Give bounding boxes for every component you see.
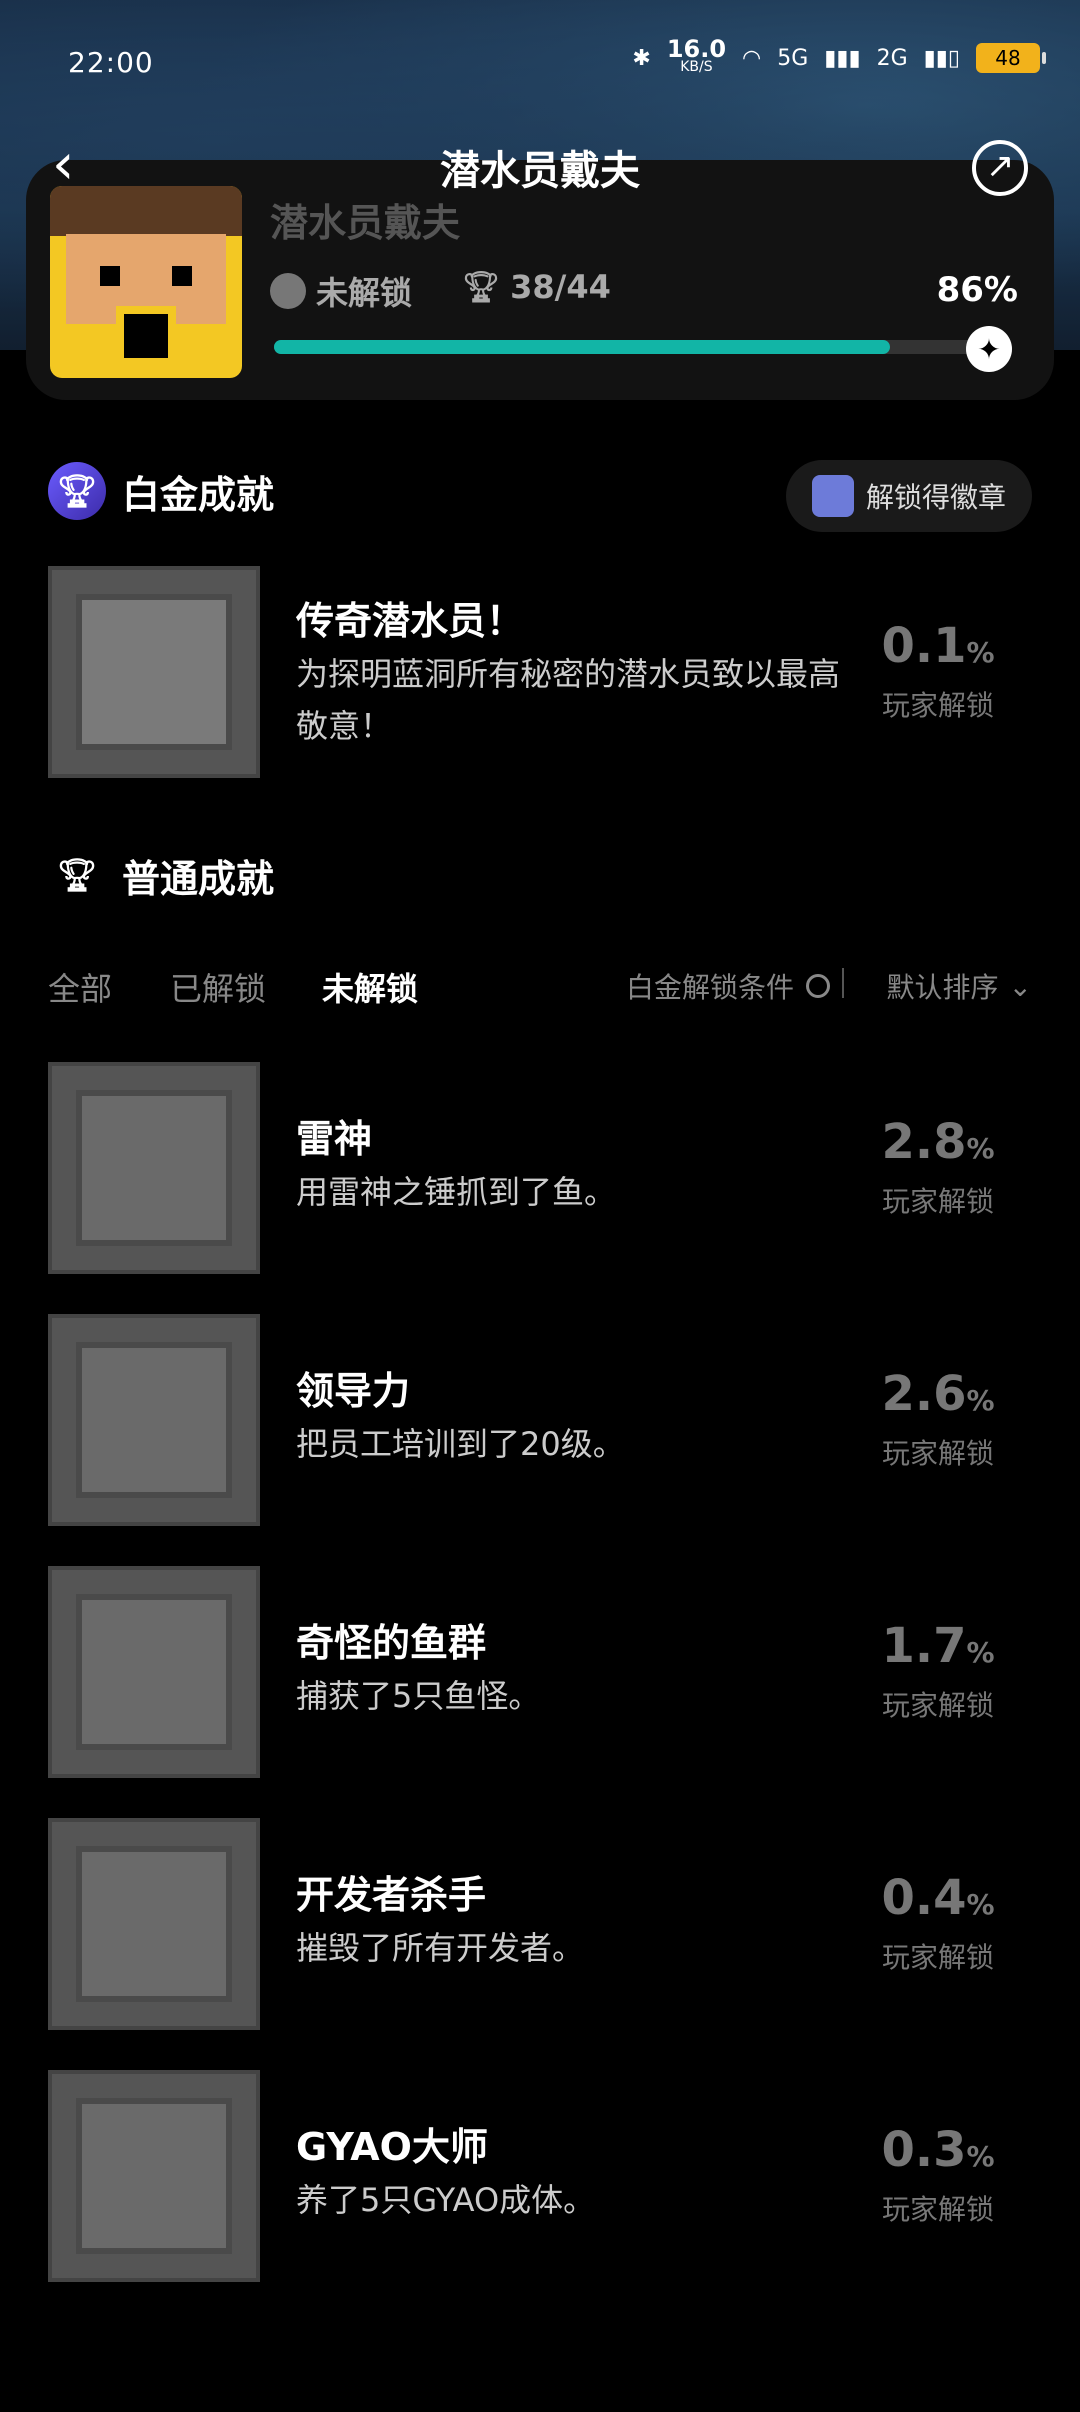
filter-locked[interactable]: 未解锁 [322,964,418,1010]
achievement-art [76,2098,232,2254]
unlock-badge-label: 解锁得徽章 [865,481,1006,514]
platinum-condition-toggle[interactable]: 白金解锁条件 [626,966,830,1006]
wifi-icon: ◠ [742,45,762,71]
signal-bars-icon-2: ▮▮▯ [923,45,960,71]
platinum-achievement-desc: 为探明蓝洞所有秘密的潜水员致以最高敬意！ [296,655,841,745]
achievement-sub: 玩家解锁 [881,1689,994,1722]
achievement-sub: 玩家解锁 [881,1185,994,1218]
achievement-name: 开发者杀手 [296,1873,487,1917]
signal-2g: 2G [876,45,908,71]
platinum-achievement-image [48,566,260,778]
platinum-section-title: 🏆︎ 白金成就 [48,462,274,520]
filter-all[interactable]: 全部 [48,964,112,1010]
avatar-hair [50,186,242,236]
achievement-sub: 玩家解锁 [881,1941,994,1974]
progress-fill [274,340,890,354]
platinum-achievement-sub: 玩家解锁 [881,689,994,722]
achievement-count-text: 38/44 [510,268,611,306]
achievement-count: 🏆︎ 38/44 [462,268,611,306]
achievement-name: GYAO大师 [296,2125,488,2169]
achievement-desc: 用雷神之锤抓到了鱼。 [296,1173,617,1211]
radio-circle-icon[interactable] [806,974,830,998]
battery-icon: 48 [976,43,1046,73]
achievement-percent: 2.8% [881,1114,995,1170]
achievement-desc: 养了5只GYAO成体。 [296,2181,596,2219]
achievement-sub: 玩家解锁 [881,2193,994,2226]
badge-icon [811,475,854,517]
achievement-percent: 0.4% [881,1870,995,1926]
achievement-desc: 把员工培训到了20级。 [296,1425,625,1463]
filter-unlocked[interactable]: 已解锁 [170,964,266,1010]
achievement-sub: 玩家解锁 [881,1437,994,1470]
cup-icon: 🏆︎ [462,269,501,305]
achievement-desc: 摧毁了所有开发者。 [296,1929,585,1967]
status-right: ✱ 16.0 KB/S ◠ 5G ▮▮▮ 2G ▮▮▯ 48 [632,35,1046,76]
unlock-status: 未解锁 [270,268,412,314]
achievement-percent: 1.7% [881,1618,995,1674]
achievement-image [48,2070,260,2282]
bluetooth-icon: ✱ [632,45,651,71]
achievement-art [76,1846,232,2002]
completion-percent: 86% [936,270,1018,310]
platinum-achievement-name: 传奇潜水员！ [296,599,525,643]
achievement-percent: 2.6% [881,1366,995,1422]
platinum-trophy-icon: 🏆︎ [48,462,106,520]
achievement-art [76,594,232,750]
cup-icon: 🏆︎ [48,846,106,904]
achievement-art [76,1594,232,1750]
unlock-status-text: 未解锁 [316,274,413,312]
normal-section-title: 🏆︎ 普通成就 [48,846,274,904]
achievement-percent: 0.3% [881,2122,995,2178]
sort-dropdown[interactable]: 默认排序 ⌄ [887,966,1032,1006]
status-bar: 22:00 ✱ 16.0 KB/S ◠ 5G ▮▮▮ 2G ▮▮▯ 48 [68,35,1046,90]
game-name: 潜水员戴夫 [270,201,461,245]
achievement-image [48,1062,260,1274]
sort-label: 默认排序 [886,971,999,1004]
achievement-image [48,1314,260,1526]
chevron-down-icon: ⌄ [1008,969,1032,1003]
achievement-image [48,1566,260,1778]
achievement-art [76,1090,232,1246]
signal-bars-icon: ▮▮▮ [824,45,861,71]
avatar-eye [172,266,192,286]
platinum-condition-label: 白金解锁条件 [625,971,794,1004]
share-icon[interactable] [972,140,1028,196]
trophy-icon [270,273,306,309]
signal-5g: 5G [777,45,809,71]
achievement-image [48,1818,260,2030]
game-avatar [50,186,242,378]
net-speed: 16.0 KB/S [666,35,727,75]
avatar-eye [100,266,120,286]
normal-section-label: 普通成就 [122,856,275,901]
star-knob-icon[interactable]: ✦ [966,326,1012,372]
status-time: 22:00 [68,46,154,79]
achievement-name: 雷神 [296,1117,373,1161]
platinum-achievement-percent: 0.1% [881,618,995,674]
achievement-desc: 捕获了5只鱼怪。 [296,1677,541,1715]
achievement-art [76,1342,232,1498]
achievement-name: 奇怪的鱼群 [296,1621,487,1665]
filter-divider [842,968,844,998]
achievement-name: 领导力 [296,1369,411,1413]
avatar-bag [116,306,176,366]
platinum-section-label: 白金成就 [122,472,275,517]
unlock-badge-button[interactable]: 解锁得徽章 [785,460,1032,532]
